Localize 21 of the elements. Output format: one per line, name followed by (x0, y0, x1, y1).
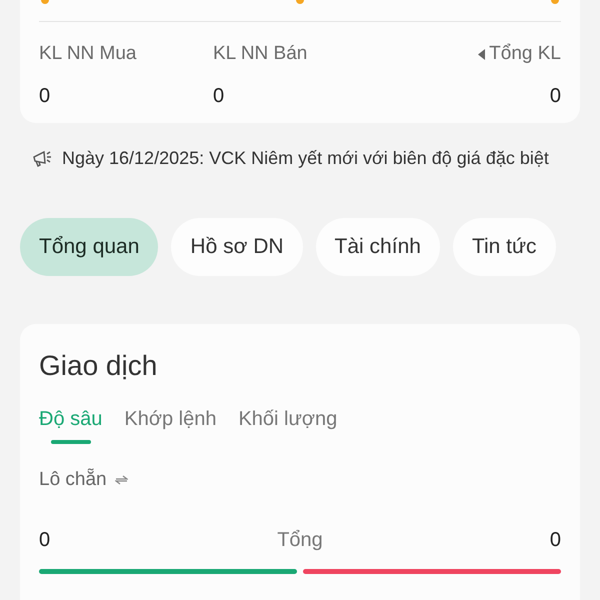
lot-label: Lô chẵn (39, 468, 107, 492)
tab[interactable]: Tin tức (452, 218, 556, 276)
sell-total: 0 (550, 528, 561, 552)
tab[interactable]: Tổng quan (20, 218, 158, 276)
stat-label: KL NN Bán (213, 42, 308, 66)
stat-label: KL NN Mua (39, 42, 136, 66)
notice-text[interactable]: Ngày 16/12/2025: VCK Niêm yết mới với biên độ giá đặc biệt (62, 145, 549, 172)
tab[interactable]: Hồ sơ DN (171, 218, 303, 276)
stat-value: 0 (39, 84, 50, 108)
subtab[interactable]: Khối lượng (238, 406, 338, 444)
swap-icon[interactable] (114, 475, 128, 486)
stat-value: 0 (550, 84, 561, 108)
total-label: Tổng (277, 528, 323, 552)
card-title: Giao dịch (39, 349, 158, 383)
tab[interactable]: Tài chính (316, 218, 440, 276)
stat-label: Tổng KL (489, 42, 561, 66)
buy-total: 0 (39, 528, 50, 552)
subtab[interactable]: Khớp lệnh (124, 406, 216, 444)
stat-value: 0 (213, 84, 224, 108)
megaphone-icon (32, 150, 52, 168)
caret-left-icon[interactable] (478, 48, 486, 60)
